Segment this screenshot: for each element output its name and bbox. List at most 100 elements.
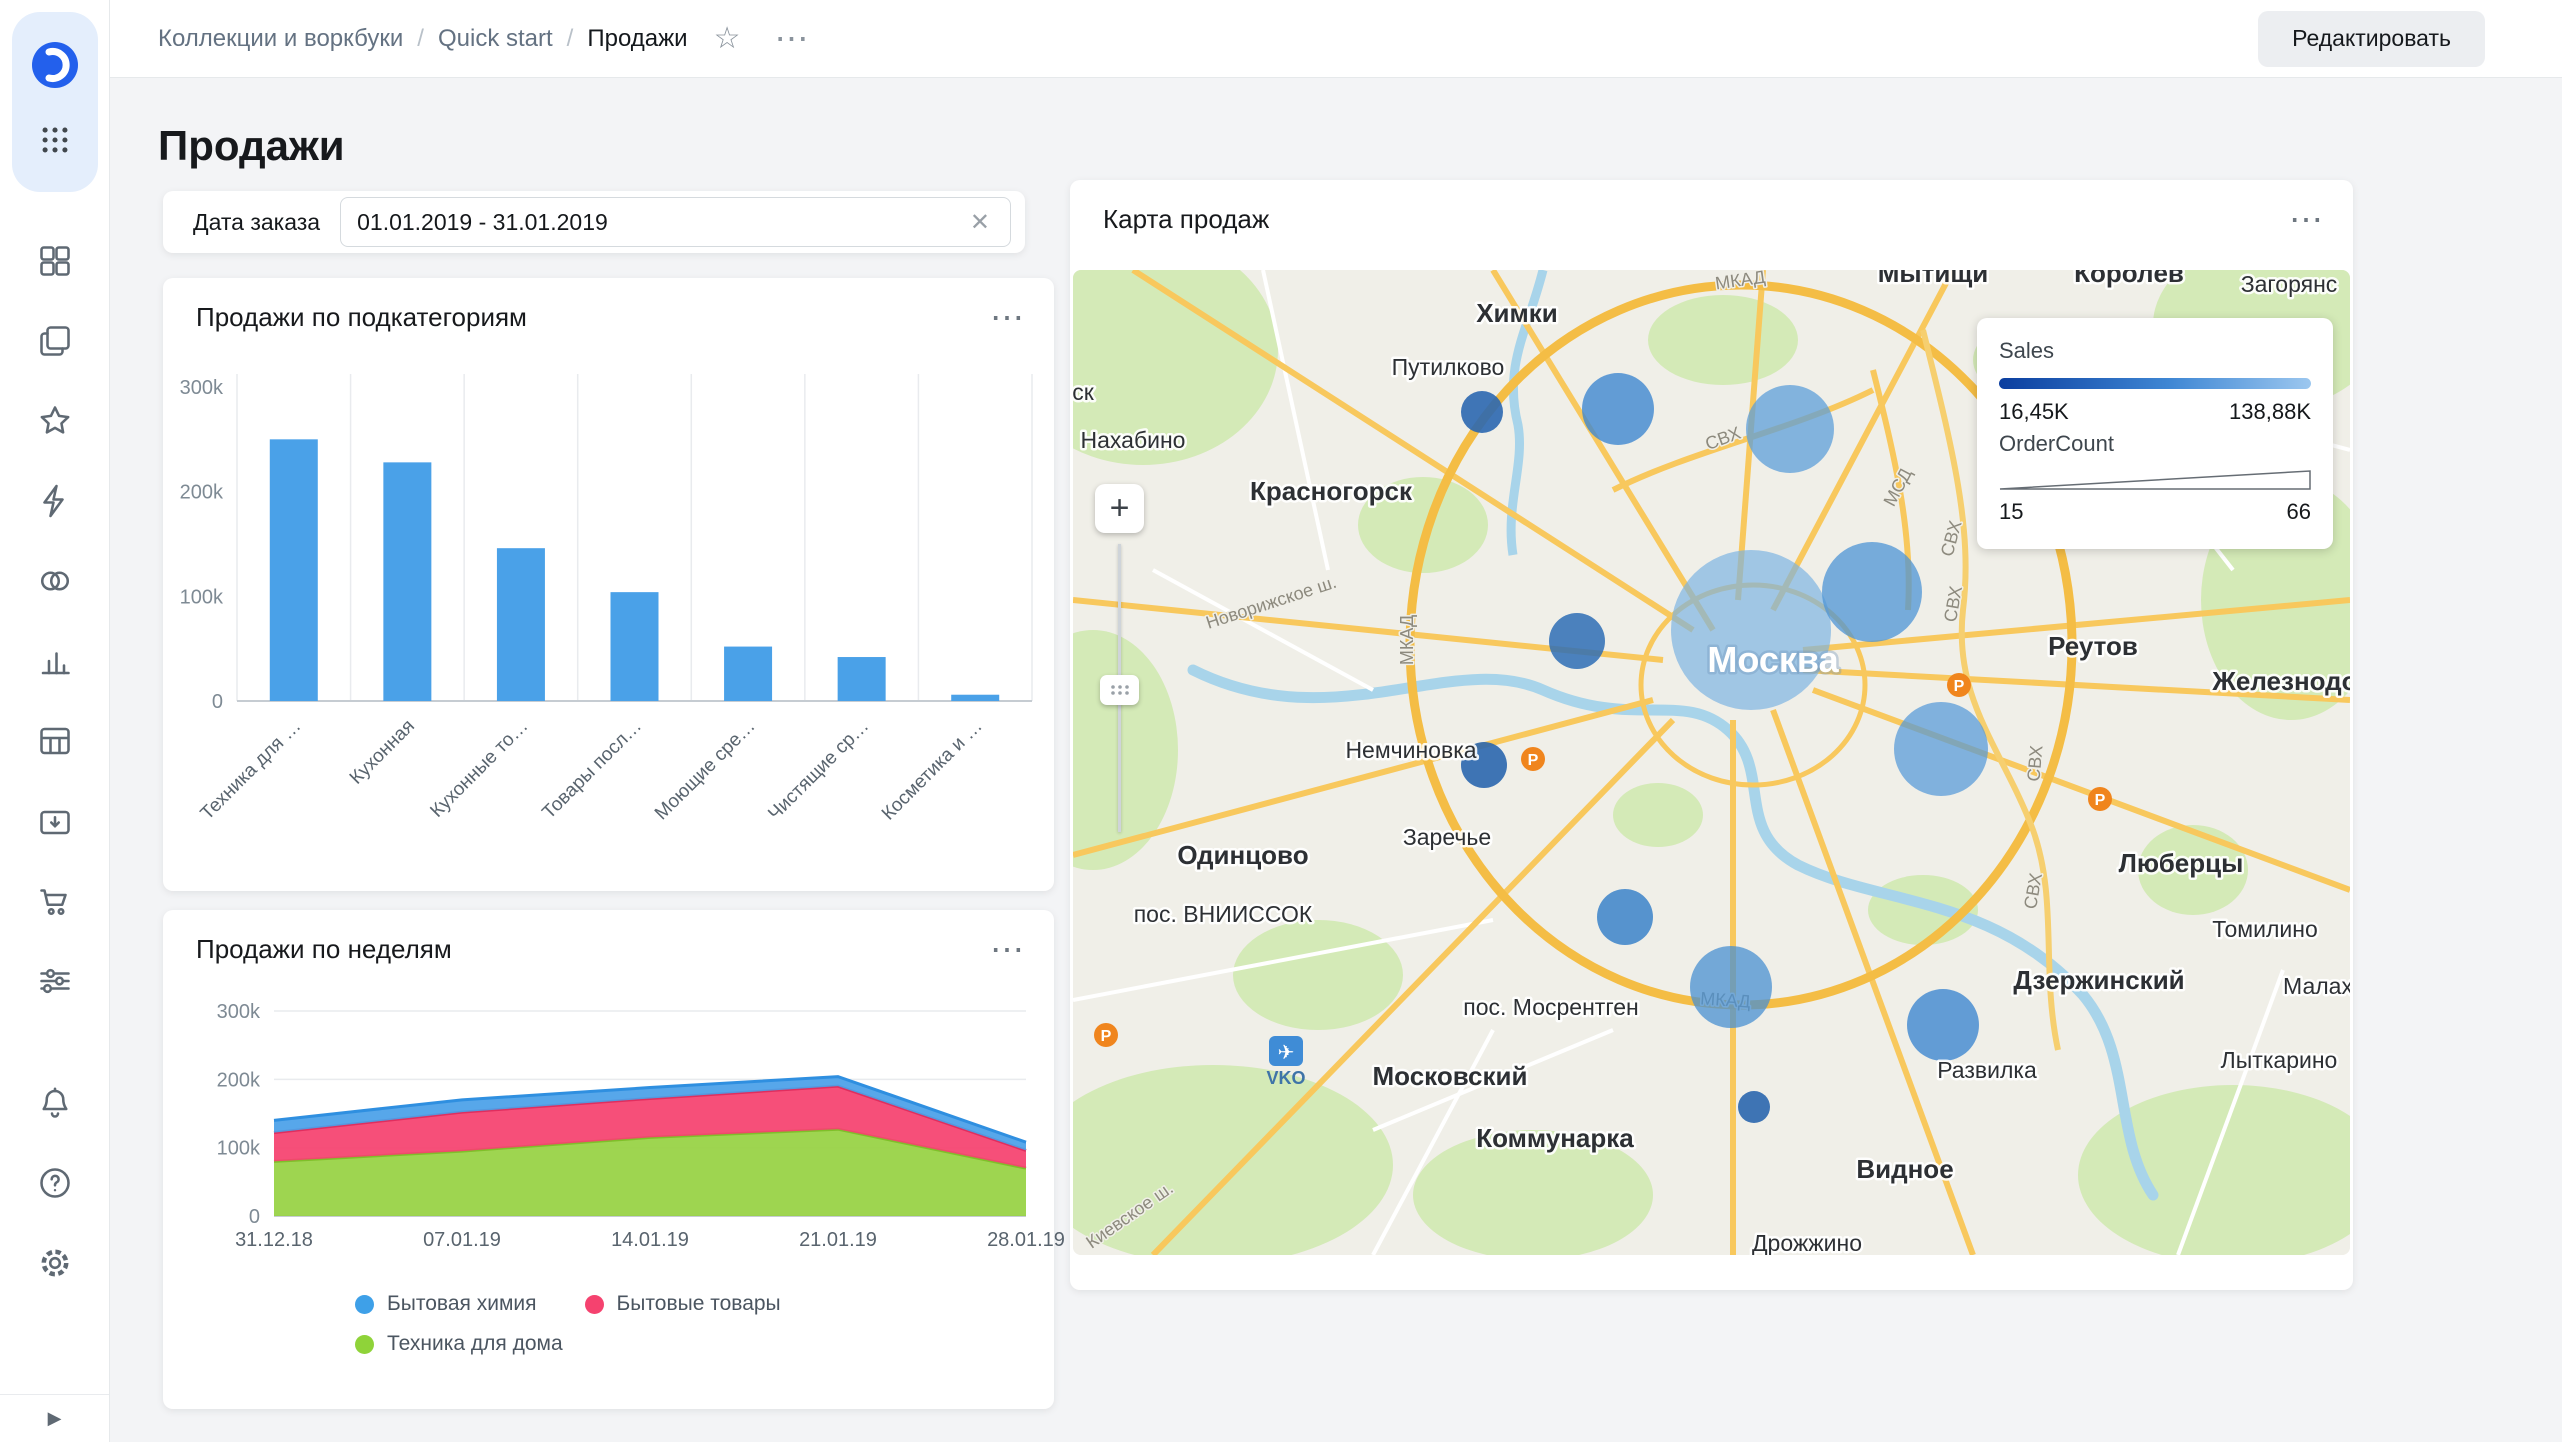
date-range-field[interactable]: ✕ (340, 197, 1011, 247)
sales-bubble-4[interactable] (1671, 550, 1831, 710)
city-label: Нахабино (1081, 427, 1186, 453)
sidebar-item-workbooks[interactable] (32, 318, 78, 364)
x-category-label: Моющие сре… (651, 716, 760, 825)
bar-6[interactable] (951, 694, 1000, 701)
sidebar-item-connections[interactable] (32, 558, 78, 604)
x-tick-label: 21.01.19 (799, 1229, 877, 1251)
linked-circles-icon (40, 571, 69, 591)
ordercount-min-value: 15 (1999, 499, 2024, 524)
sales-max-value: 138,88K (2229, 399, 2311, 424)
legend-dot-icon (355, 1334, 374, 1354)
workbooks-icon (39, 326, 70, 356)
services-grid-icon[interactable] (38, 123, 72, 162)
bar-1[interactable] (383, 462, 432, 701)
drag-dots-icon (1110, 685, 1129, 695)
ordercount-legend-title: OrderCount (1999, 431, 2114, 456)
legend-item-0[interactable]: Бытовая химия (355, 1292, 537, 1316)
sliders-icon (39, 968, 70, 994)
city-label: Одинцово (1177, 840, 1308, 870)
page-title: Продажи (158, 122, 345, 169)
sidebar-item-service-settings[interactable] (32, 958, 78, 1004)
sales-bubble-0[interactable] (1461, 391, 1503, 433)
sidebar-collapse-button[interactable]: ▶ (0, 1394, 109, 1442)
sales-bubble-1[interactable] (1582, 373, 1654, 445)
city-label: Люберцы (2119, 848, 2244, 878)
map-park (1648, 295, 1798, 385)
ordercount-wedge-icon (1999, 470, 2311, 490)
map-park (1233, 920, 1403, 1030)
sales-bubble-5[interactable] (1822, 542, 1922, 642)
date-filter-label: Дата заказа (193, 208, 321, 235)
road-marker-glyph: Р (1954, 678, 1965, 695)
y-tick-label: 0 (212, 691, 223, 713)
sidebar-item-charts[interactable] (32, 638, 78, 684)
road-marker-glyph: Р (2095, 792, 2106, 809)
sales-bubble-10[interactable] (1907, 989, 1979, 1061)
sidebar-item-quick-actions[interactable] (32, 478, 78, 524)
area-chart-card: Продажи по неделям ⋯ 300k 200k 100k 0 31.12.… (163, 910, 1065, 1409)
city-label: Заречье (1403, 824, 1491, 850)
area-chart-legend: Бытовая химия Бытовые товары Техника для д… (355, 1292, 975, 1356)
sidebar-item-datasets[interactable] (32, 798, 78, 844)
sales-bubble-11[interactable] (1738, 1091, 1770, 1123)
road-label: СВХ (2023, 745, 2046, 783)
bar-0[interactable] (269, 439, 318, 701)
ordercount-max-value: 66 (2286, 499, 2311, 524)
bar-chart-icon (41, 652, 70, 675)
date-range-input[interactable] (357, 208, 966, 236)
city-label: пос. ВНИИССОК (1134, 901, 1313, 927)
sidebar-item-settings[interactable] (32, 1240, 78, 1286)
bar-chart-menu-icon[interactable]: ⋯ (990, 301, 1024, 335)
breadcrumb-quick-start[interactable]: Quick start (438, 25, 553, 53)
city-label: Загорянс (2241, 271, 2338, 297)
city-label: Московский (1373, 1061, 1528, 1091)
bar-2[interactable] (496, 548, 545, 701)
sidebar-item-dashboards[interactable] (32, 238, 78, 284)
dashboards-icon (39, 246, 70, 276)
page-more-icon[interactable]: ⋯ (774, 19, 808, 59)
map-menu-icon[interactable]: ⋯ (2289, 203, 2323, 237)
sidebar-item-cart[interactable] (32, 878, 78, 924)
breadcrumb-current: Продажи (587, 24, 688, 52)
city-label: Мытищи (1878, 270, 1989, 288)
breadcrumb-collections[interactable]: Коллекции и воркбуки (158, 25, 403, 53)
x-tick-label: 28.01.19 (987, 1229, 1065, 1251)
datalens-logo-icon[interactable] (32, 42, 78, 93)
breadcrumb: Коллекции и воркбуки / Quick start / Про… (158, 19, 808, 59)
city-label: Малах (2283, 973, 2350, 999)
favorite-star-icon[interactable]: ☆ (714, 21, 741, 56)
sales-bubble-7[interactable] (1894, 702, 1988, 796)
sidebar-item-favorites[interactable] (32, 398, 78, 444)
sales-bubble-9[interactable] (1690, 946, 1772, 1028)
help-icon (39, 1168, 70, 1198)
legend-item-2[interactable]: Техника для дома (355, 1332, 563, 1356)
date-filter-card: Дата заказа ✕ (163, 191, 1025, 253)
bell-icon (41, 1087, 68, 1118)
bar-3[interactable] (610, 592, 659, 701)
edit-button[interactable]: Редактировать (2258, 10, 2485, 67)
sales-bubble-3[interactable] (1549, 613, 1605, 669)
sales-map[interactable]: МКАДМКАДМКАДСВХСВХСВХСВХСВХМСДНоворижско… (1073, 270, 2350, 1255)
zoom-in-button[interactable]: + (1095, 484, 1144, 533)
y-tick-label: 100k (217, 1138, 261, 1160)
zoom-slider-handle[interactable] (1100, 675, 1139, 705)
sales-bubble-8[interactable] (1597, 889, 1653, 945)
dashboard-body: Продажи Дата заказа ✕ Продажи по подкате… (110, 78, 2562, 1442)
city-label: Королёв (2074, 270, 2184, 288)
y-tick-label: 200k (180, 482, 224, 504)
bar-5[interactable] (837, 657, 886, 701)
legend-dot-icon (584, 1294, 604, 1314)
area-chart-menu-icon[interactable]: ⋯ (990, 933, 1024, 967)
sidebar-item-tables[interactable] (32, 718, 78, 764)
airplane-glyph: ✈ (1278, 1042, 1295, 1064)
sidebar-item-help[interactable] (32, 1160, 78, 1206)
bar-4[interactable] (724, 646, 773, 701)
sidebar-item-notifications[interactable] (32, 1080, 78, 1126)
sales-bubble-2[interactable] (1746, 385, 1834, 473)
clear-filter-icon[interactable]: ✕ (966, 208, 994, 237)
city-label: Железнодо (2211, 666, 2350, 696)
legend-item-1[interactable]: Бытовые товары (584, 1292, 781, 1316)
map-card: Карта продаж ⋯ МКАДМКАДМКАДСВХСВХСВХСВХС… (1070, 180, 2353, 1290)
legend-dot-icon (355, 1294, 374, 1314)
city-label: Химки (1476, 298, 1558, 328)
